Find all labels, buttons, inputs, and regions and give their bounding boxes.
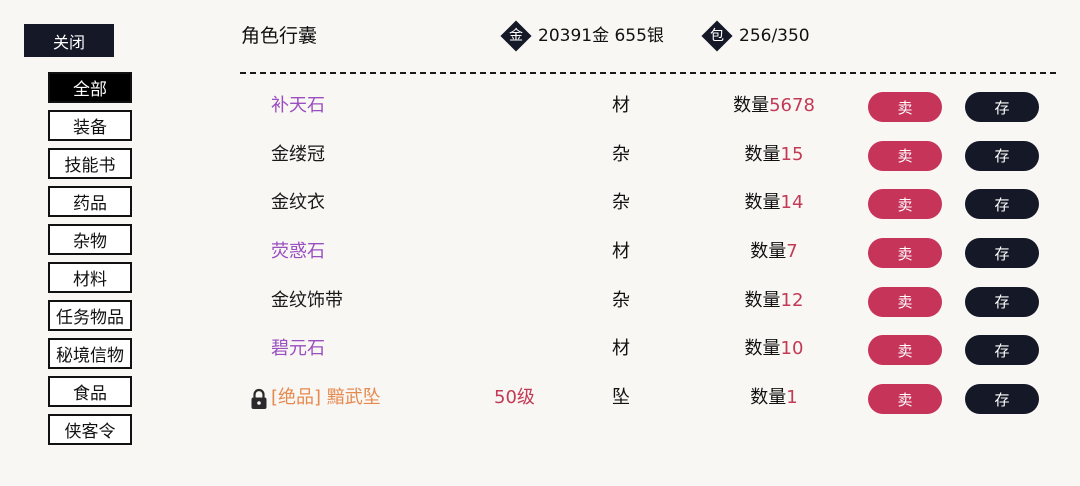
item-quantity: 数量15 [700,143,848,167]
item-row[interactable]: 金纹饰带 杂 数量12 卖存 [240,277,1056,326]
quantity-value: 1 [786,387,798,409]
item-type: 杂 [612,143,630,165]
store-button[interactable]: 存 [965,189,1039,220]
page-title: 角色行囊 [241,25,318,47]
quantity-value: 12 [780,289,804,311]
item-row[interactable]: 荧惑石 材 数量7 卖存 [240,228,1056,277]
header-divider [240,72,1056,74]
bag-icon: 包 [701,20,733,52]
category-tab[interactable]: 杂物 [48,224,132,255]
item-list: 补天石材数量5678 卖存金缕冠杂数量15 卖存金纹衣杂数量14 卖存荧惑石材数量7 卖… [240,82,1056,423]
bag-capacity: 256/350 [739,26,810,46]
sell-button[interactable]: 卖 [868,384,942,415]
store-button[interactable]: 存 [965,286,1039,317]
item-row[interactable]: 碧元石 材 数量10 卖存 [240,325,1056,374]
category-tab[interactable]: 任务物品 [48,300,132,331]
quantity-label: 数量 [750,387,787,409]
item-level: 50级 [494,387,535,409]
item-type: 杂 [612,289,630,311]
item-row[interactable]: 金纹衣 杂 数量14 卖存 [240,179,1056,228]
category-tab[interactable]: 材料 [48,262,132,293]
item-type: 材 [612,241,630,263]
sell-button[interactable]: 卖 [868,238,942,269]
sell-button[interactable]: 卖 [868,140,942,171]
quantity-label: 数量 [733,95,770,116]
item-name: 金纹饰带 [271,289,343,311]
item-quantity: 数量12 [700,289,848,313]
item-type: 材 [612,338,630,360]
item-quantity: 数量5678 [700,94,848,118]
item-name: 补天石 [271,95,325,116]
item-quantity: 数量10 [700,337,848,361]
category-tab[interactable]: 药品 [48,186,132,217]
category-sidebar: 全部装备技能书药品杂物材料任务物品秘境信物食品侠客令 [48,72,132,452]
quantity-label: 数量 [744,143,781,165]
money-amount: 20391金 655银 [538,26,664,46]
sell-button[interactable]: 卖 [868,286,942,317]
sell-button[interactable]: 卖 [868,189,942,220]
item-type: 材 [612,95,630,116]
item-type: 杂 [612,192,630,214]
item-name: 荧惑石 [271,241,325,263]
item-row[interactable]: 金缕冠 杂 数量15 卖存 [240,131,1056,180]
store-button[interactable]: 存 [965,335,1039,366]
quantity-label: 数量 [744,289,781,311]
item-name: [绝品] 黯武坠 [271,387,381,409]
store-button[interactable]: 存 [965,92,1039,122]
sell-button[interactable]: 卖 [868,92,942,122]
category-tab[interactable]: 侠客令 [48,414,132,445]
quantity-value: 5678 [769,95,815,116]
item-row[interactable]: [绝品] 黯武坠 50级 坠 数量1 卖存 [240,374,1056,423]
item-name: 金缕冠 [271,143,325,165]
quantity-value: 14 [780,192,804,214]
gold-coin-icon: 金 [500,20,532,52]
category-tab[interactable]: 装备 [48,110,132,141]
category-tab[interactable]: 秘境信物 [48,338,132,369]
lock-icon [250,388,268,410]
quantity-label: 数量 [750,241,787,263]
category-tab[interactable]: 全部 [48,72,132,103]
store-button[interactable]: 存 [965,238,1039,269]
quantity-value: 7 [786,241,798,263]
category-tab[interactable]: 食品 [48,376,132,407]
item-row[interactable]: 补天石 材 数量5678 卖存 [240,82,1056,131]
category-tab[interactable]: 技能书 [48,148,132,179]
store-button[interactable]: 存 [965,140,1039,171]
item-name: 碧元石 [271,338,325,360]
quantity-label: 数量 [744,192,781,214]
item-quantity: 数量14 [700,191,848,215]
item-quantity: 数量1 [700,386,848,410]
quantity-value: 10 [780,338,804,360]
quantity-label: 数量 [744,338,781,360]
quantity-value: 15 [780,143,804,165]
sell-button[interactable]: 卖 [868,335,942,366]
item-name: 金纹衣 [271,192,325,214]
item-type: 坠 [612,387,630,409]
close-button[interactable]: 关闭 [24,24,114,57]
item-quantity: 数量7 [700,240,848,264]
store-button[interactable]: 存 [965,384,1039,415]
